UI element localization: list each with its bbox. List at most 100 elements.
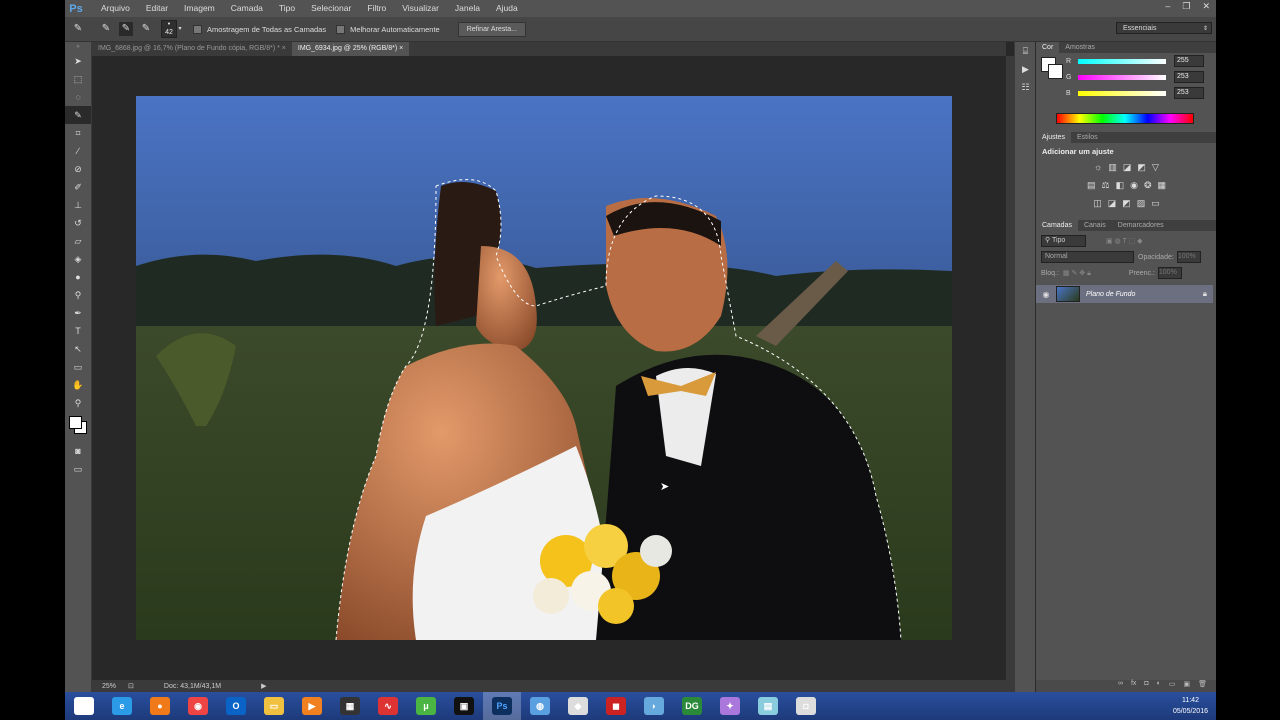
blue-slider[interactable] [1078,90,1166,96]
taskbar-media-player-icon[interactable]: ▶ [293,692,331,720]
red-slider[interactable] [1078,58,1166,64]
levels-icon[interactable]: ▥ [1108,162,1117,180]
auto-enhance-checkbox[interactable]: Melhorar Automaticamente [336,24,440,34]
system-clock[interactable]: 11:42 05/05/2016 [1173,695,1208,717]
doc-tab-img6934[interactable]: IMG_6934.jpg @ 25% (RGB/8*) × [291,42,410,56]
green-slider[interactable] [1078,74,1166,80]
new-layer-icon[interactable]: ▣ [1183,680,1190,692]
move-tool-icon[interactable]: ➤ [65,52,91,70]
brush-tool-icon[interactable]: ✐ [65,178,91,196]
taskbar-film-editor-icon[interactable]: ▣ [445,692,483,720]
posterize-icon[interactable]: ◪ [1108,198,1117,216]
add-to-selection-icon[interactable]: ✎ [119,22,133,36]
fx-icon[interactable]: fx [1131,680,1136,692]
taskbar-chrome-icon[interactable]: ◉ [179,692,217,720]
menu-imagem[interactable]: Imagem [176,0,223,17]
menu-ajuda[interactable]: Ajuda [488,0,526,17]
adjustment-layer-icon[interactable]: ◐ [1157,680,1161,692]
channel-mixer-icon[interactable]: ❂ [1144,180,1152,198]
hand-tool-icon[interactable]: ✋ [65,376,91,394]
menu-filtro[interactable]: Filtro [359,0,394,17]
taskbar-firefox-icon[interactable]: ● [141,692,179,720]
opacity-input[interactable]: 100% [1176,251,1201,263]
brightness-icon[interactable]: ☼ [1094,162,1102,180]
paint-bucket-icon[interactable]: ◈ [65,250,91,268]
taskbar-outlook-icon[interactable]: O [217,692,255,720]
green-value-input[interactable]: 253 [1174,71,1204,83]
menu-selecionar[interactable]: Selecionar [303,0,359,17]
close-window-button[interactable]: ✕ [1202,0,1210,12]
taskbar-notes-app-icon[interactable]: ▤ [749,692,787,720]
brush-dropdown-icon[interactable]: ▾ [177,22,183,36]
collapse-toolbox-icon[interactable]: » [65,42,91,52]
curves-icon[interactable]: ◪ [1123,162,1132,180]
menu-arquivo[interactable]: Arquivo [93,0,138,17]
pen-tool-icon[interactable]: ✒ [65,304,91,322]
color-lookup-icon[interactable]: ▦ [1158,180,1167,198]
history-panel-icon[interactable]: ⌸ [1015,42,1036,60]
menu-tipo[interactable]: Tipo [271,0,303,17]
tab-canais[interactable]: Canais [1078,220,1112,231]
red-value-input[interactable]: 255 [1174,55,1204,67]
tab-demarcadores[interactable]: Demarcadores [1112,220,1170,231]
group-icon[interactable]: ▭ [1169,680,1176,692]
crop-tool-icon[interactable]: ⌗ [65,124,91,142]
black-white-icon[interactable]: ◧ [1116,180,1125,198]
taskbar-red-app-icon[interactable]: ◼ [597,692,635,720]
blend-mode-select[interactable]: Normal [1041,251,1134,263]
vibrance-icon[interactable]: ▽ [1152,162,1159,180]
tab-cor[interactable]: Cor [1036,42,1060,53]
restore-button[interactable]: ❐ [1182,0,1190,12]
subtract-selection-icon[interactable]: ✎ [139,22,153,36]
screen-mode-icon[interactable]: ▭ [65,460,91,478]
mask-icon[interactable]: ◘ [1144,680,1148,692]
tab-estilos[interactable]: Estilos [1071,132,1104,143]
blue-value-input[interactable]: 253 [1174,87,1204,99]
sample-all-layers-checkbox[interactable]: Amostragem de Todas as Camadas [193,24,326,34]
taskbar-file-explorer-icon[interactable]: ▭ [255,692,293,720]
lasso-tool-icon[interactable]: ◌ [65,88,91,106]
link-layers-icon[interactable]: ∞ [1118,680,1123,692]
gradient-map-icon[interactable]: ▭ [1151,198,1160,216]
taskbar-network-icon[interactable]: ◍ [521,692,559,720]
shape-tool-icon[interactable]: ▭ [65,358,91,376]
layer-item-background[interactable]: ◉ Plano de Fundo 🔒︎ [1036,285,1213,303]
menu-janela[interactable]: Janela [447,0,488,17]
selective-color-icon[interactable]: ▨ [1137,198,1146,216]
taskbar-camera-app-icon[interactable]: ◘ [787,692,825,720]
zoom-level[interactable]: 25% [102,683,116,690]
taskbar-acrobat-icon[interactable]: ∿ [369,692,407,720]
exposure-icon[interactable]: ◩ [1137,162,1146,180]
brush-size-picker[interactable]: • 42 [161,20,177,38]
status-menu-icon[interactable]: ⊡ [128,682,134,690]
close-icon[interactable]: × [282,45,286,52]
path-selection-icon[interactable]: ↖ [65,340,91,358]
tab-ajustes[interactable]: Ajustes [1036,132,1071,143]
refine-edge-button[interactable]: Refinar Aresta... [457,21,526,37]
healing-brush-icon[interactable]: ⊘ [65,160,91,178]
dodge-tool-icon[interactable]: ⚲ [65,286,91,304]
taskbar-internet-explorer-icon[interactable]: e [103,692,141,720]
layer-filter-icons[interactable]: ▣ ◍ T ⬚ ◆ [1106,237,1143,245]
actions-panel-icon[interactable]: ▶ [1015,60,1036,78]
color-balance-icon[interactable]: ⚖ [1102,180,1110,198]
tab-camadas[interactable]: Camadas [1036,220,1078,231]
marquee-tool-icon[interactable]: ⬚ [65,70,91,88]
properties-panel-icon[interactable]: ☷ [1015,78,1036,96]
taskbar-utorrent-icon[interactable]: μ [407,692,445,720]
invert-icon[interactable]: ◫ [1093,198,1102,216]
photo-filter-icon[interactable]: ◉ [1130,180,1138,198]
menu-visualizar[interactable]: Visualizar [394,0,447,17]
minimize-button[interactable]: – [1165,0,1170,12]
hue-saturation-icon[interactable]: ▤ [1087,180,1096,198]
fill-input[interactable]: 100% [1157,267,1182,279]
color-swatches[interactable] [65,412,91,442]
taskbar-blue-app-icon[interactable]: ◗ [635,692,673,720]
background-swatch[interactable] [1048,64,1063,79]
workspace-select[interactable]: Essenciais ⇕ [1116,22,1212,34]
foreground-color-swatch[interactable] [69,416,82,429]
close-icon[interactable]: × [399,45,403,52]
clone-stamp-icon[interactable]: ⊥ [65,196,91,214]
taskbar-movie-maker-icon[interactable]: ▦ [331,692,369,720]
zoom-tool-icon[interactable]: ⚲ [65,394,91,412]
